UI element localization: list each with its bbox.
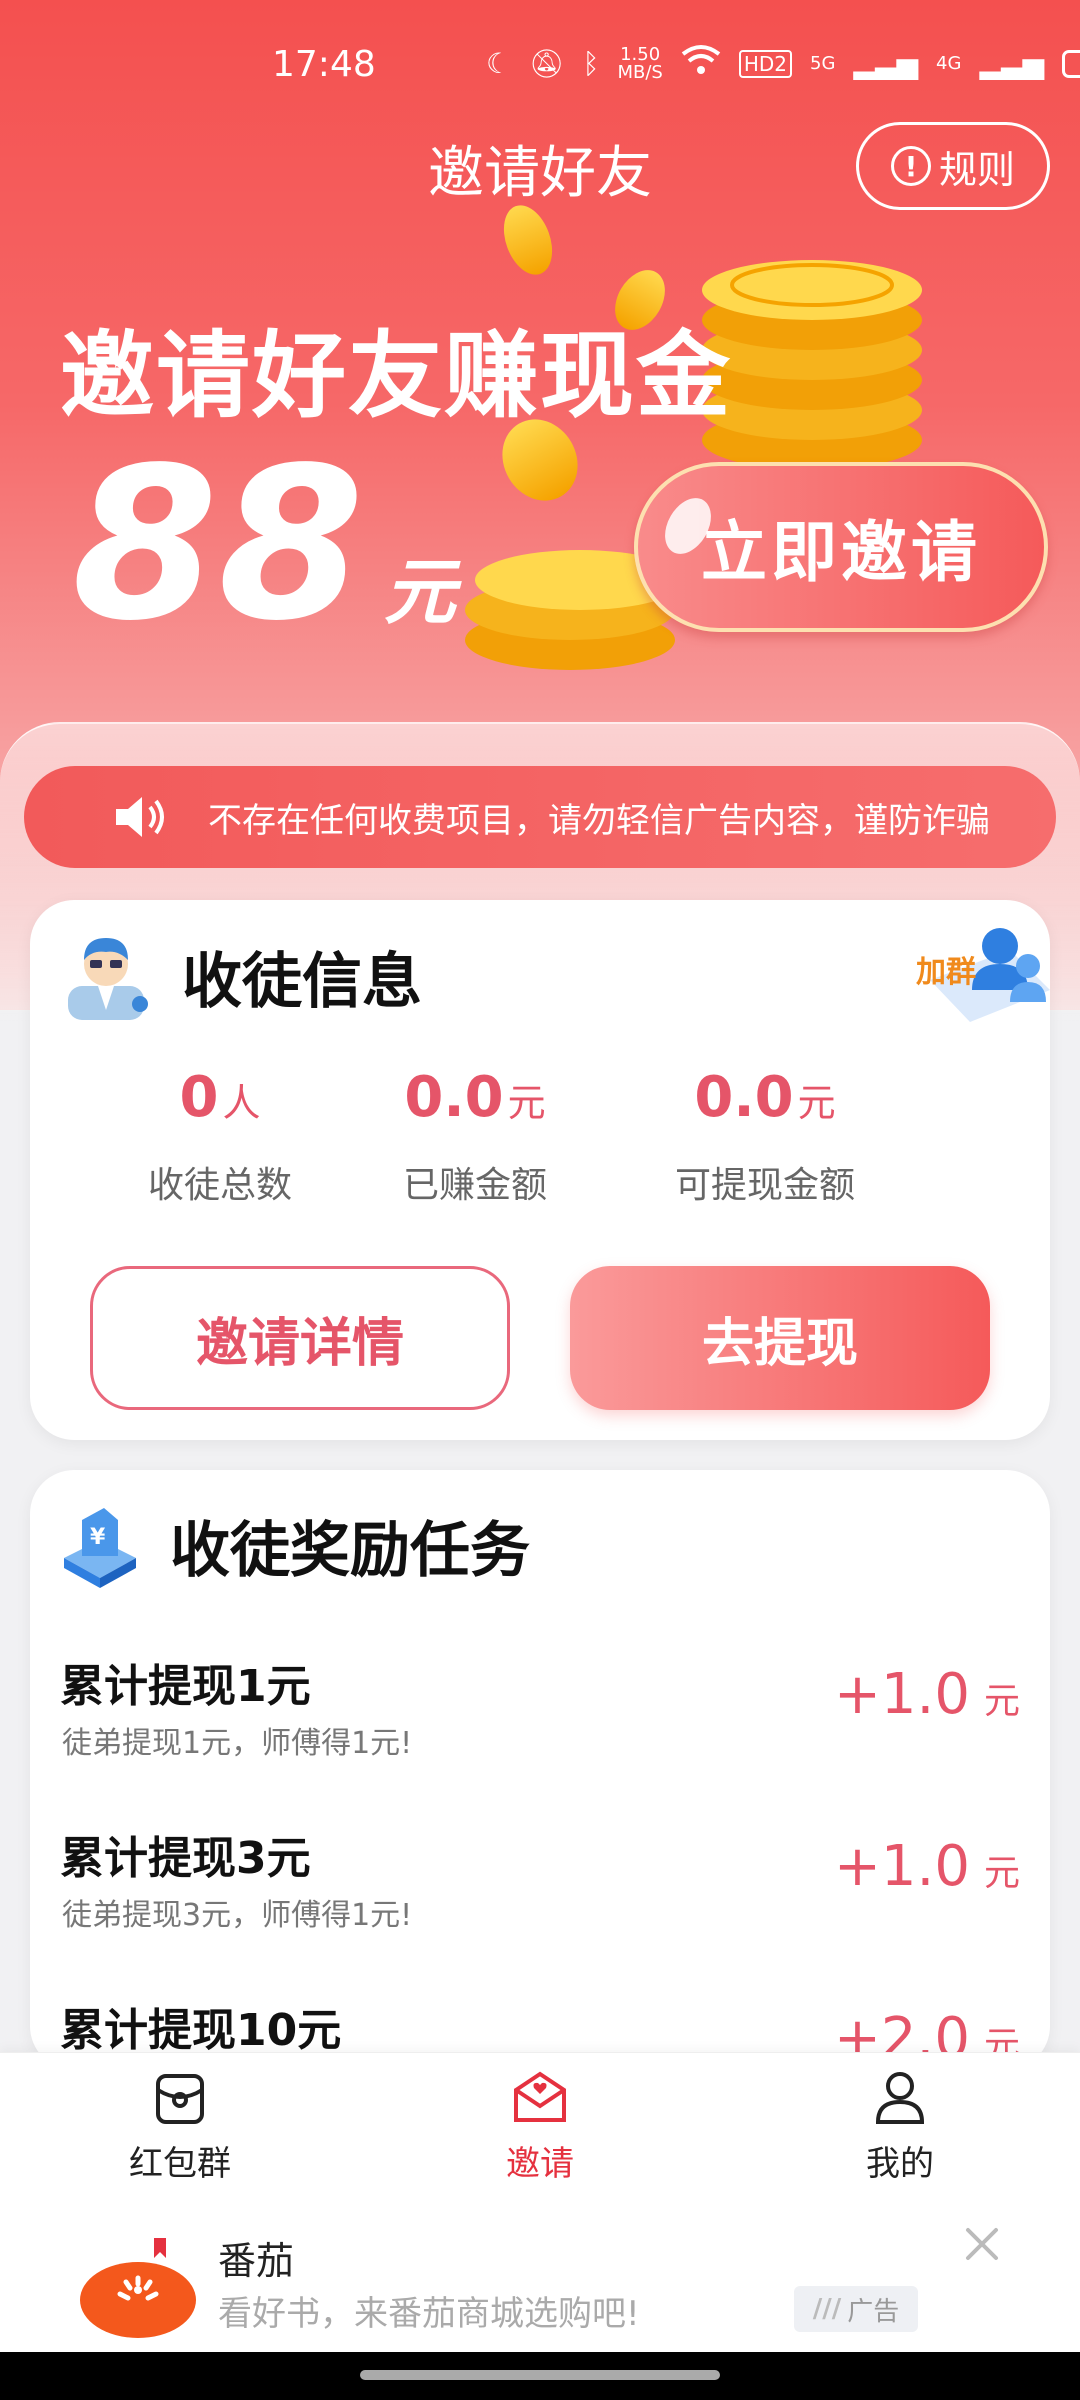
ad-mark-icon: ///	[812, 2294, 842, 2324]
hero-amount-number: 88	[72, 422, 365, 667]
hero-amount: 88 元	[72, 440, 456, 650]
ad-badge: /// 广告	[794, 2286, 918, 2332]
nav-label: 红包群	[129, 2144, 231, 2184]
stat-total-apprentices: 0人 收徒总数	[110, 1065, 330, 1208]
stat-unit: 元	[507, 1081, 546, 1125]
ad-title: 番茄	[218, 2239, 295, 2283]
stat-withdrawable-amount: 0.0 元 可提现金额	[620, 1065, 910, 1208]
person-icon	[875, 2072, 925, 2124]
hero-headline: 邀请好友赚现金	[60, 322, 733, 431]
task-reward-value: +1.0	[834, 1834, 970, 1899]
hd-badge: HD2	[738, 49, 793, 78]
apprentice-info-card: 收徒信息 0人 收徒总数 0.0 元 已赚金额 0.0 元 可提现金额 邀请详情 去…	[30, 900, 1050, 1440]
status-icons: ☾ 🔕︎ ᛒ 1.50 MB/S HD2 5G ▂▃▅ 4G ▂▃▅ 84	[486, 44, 1080, 83]
task-desc: 徒弟提现3元，师傅得1元!	[62, 1898, 413, 1933]
hero-banner: 17:48 ☾ 🔕︎ ᛒ 1.50 MB/S HD2 5G ▂▃▅ 4G ▂▃▅…	[0, 0, 1080, 1022]
reward-task-list: 累计提现1元 徒弟提现1元，师傅得1元! +1.0 元 累计提现3元 徒弟提现3元…	[30, 1650, 1050, 2070]
invite-now-label: 立即邀请	[701, 514, 981, 591]
nav-item-mine[interactable]: 我的	[720, 2053, 1080, 2202]
join-group-icon: 加群	[916, 928, 1050, 1022]
svg-text:¥: ¥	[90, 1525, 106, 1550]
stat-label: 已赚金额	[402, 1165, 547, 1206]
exclamation-circle-icon: !	[890, 146, 931, 186]
task-title: 累计提现1元	[60, 1661, 311, 1712]
rules-button[interactable]: ! 规则	[856, 122, 1050, 210]
wifi-icon	[681, 44, 721, 83]
status-bar: 17:48 ☾ 🔕︎ ᛒ 1.50 MB/S HD2 5G ▂▃▅ 4G ▂▃▅…	[0, 0, 1080, 130]
stat-label: 可提现金额	[674, 1165, 855, 1206]
hero-amount-unit: 元	[383, 550, 456, 634]
notice-marquee: 不存在任何收费项目，请勿轻信广告内容，谨防诈骗	[24, 766, 1056, 868]
stat-value: 0.0	[694, 1065, 794, 1130]
rules-label: 规则	[938, 147, 1015, 192]
battery-indicator: 84	[1062, 49, 1080, 78]
moon-icon: ☾	[486, 47, 512, 80]
task-desc: 徒弟提现1元，师傅得1元!	[62, 1726, 413, 1761]
task-title: 累计提现10元	[60, 2005, 342, 2056]
status-time: 17:48	[272, 44, 376, 85]
stat-value: 0.0	[404, 1065, 504, 1130]
stat-earned-amount: 0.0 元 已赚金额	[330, 1065, 620, 1208]
reward-tasks-card: ¥ 收徒奖励任务 累计提现1元 徒弟提现1元，师傅得1元! +1.0 元 累计提现…	[30, 1470, 1050, 2070]
stat-label: 收徒总数	[147, 1165, 292, 1206]
task-reward-unit: 元	[983, 1681, 1020, 1722]
mute-bell-icon: 🔕︎	[529, 47, 565, 80]
apprentice-info-header: 收徒信息	[60, 930, 422, 1022]
nav-label: 我的	[866, 2144, 934, 2184]
speaker-icon	[108, 787, 168, 847]
stat-value: 0	[179, 1065, 219, 1130]
task-title: 累计提现3元	[60, 1833, 311, 1884]
ad-badge-label: 广告	[847, 2296, 900, 2327]
signal-bars-icon: ▂▃▅	[853, 47, 919, 80]
teacher-avatar-icon	[68, 938, 148, 1020]
net-speed: 1.50 MB/S	[617, 45, 663, 83]
task-reward: +1.0 元	[834, 1834, 1020, 1899]
reward-tasks-title: 收徒奖励任务	[170, 1515, 530, 1586]
bluetooth-icon: ᛒ	[582, 47, 600, 80]
reward-task-item: 累计提现3元 徒弟提现3元，师傅得1元! +1.0 元	[30, 1822, 1050, 1994]
reward-task-item: 累计提现1元 徒弟提现1元，师傅得1元! +1.0 元	[30, 1650, 1050, 1822]
notice-text: 不存在任何收费项目，请勿轻信广告内容，谨防诈骗	[208, 800, 988, 841]
invite-envelope-icon	[514, 2071, 566, 2122]
join-group-label: 加群	[916, 955, 976, 990]
nav-item-red-packet-group[interactable]: 红包群	[0, 2053, 360, 2202]
apprentice-stats: 0人 收徒总数 0.0 元 已赚金额 0.0 元 可提现金额	[30, 1065, 1050, 1208]
join-group-button[interactable]: 加群	[910, 910, 1060, 1040]
ad-desc: 看好书，来番茄商城选购吧!	[218, 2294, 640, 2334]
system-navigation-bar	[0, 2352, 1080, 2400]
signal-4g: 4G	[936, 53, 962, 74]
ad-banner[interactable]: 番茄 看好书，来番茄商城选购吧! /// 广告	[0, 2202, 1080, 2352]
nav-label: 邀请	[506, 2144, 574, 2184]
invite-now-button[interactable]: 立即邀请	[634, 462, 1048, 632]
signal-5g: 5G	[810, 53, 836, 74]
close-icon[interactable]	[960, 2222, 1004, 2266]
withdraw-button[interactable]: 去提现	[570, 1266, 990, 1410]
stat-unit: 元	[797, 1081, 836, 1125]
apprentice-info-title: 收徒信息	[182, 946, 422, 1017]
reward-tasks-header: ¥ 收徒奖励任务	[60, 1500, 530, 1590]
home-indicator[interactable]	[360, 2370, 720, 2380]
task-reward-value: +1.0	[834, 1662, 970, 1727]
signal-bars-icon-2: ▂▃▅	[979, 47, 1045, 80]
nav-item-invite[interactable]: 邀请	[360, 2053, 720, 2202]
tomato-app-logo	[80, 2238, 196, 2338]
reward-box-icon: ¥	[64, 1508, 136, 1588]
bottom-nav: 红包群 邀请 我的	[0, 2052, 1080, 2202]
invite-details-button[interactable]: 邀请详情	[90, 1266, 510, 1410]
net-speed-unit: MB/S	[617, 61, 663, 83]
task-reward: +1.0 元	[834, 1662, 1020, 1727]
task-reward-unit: 元	[983, 1853, 1020, 1894]
stat-unit: 人	[222, 1081, 261, 1125]
red-packet-group-icon	[156, 2074, 204, 2124]
